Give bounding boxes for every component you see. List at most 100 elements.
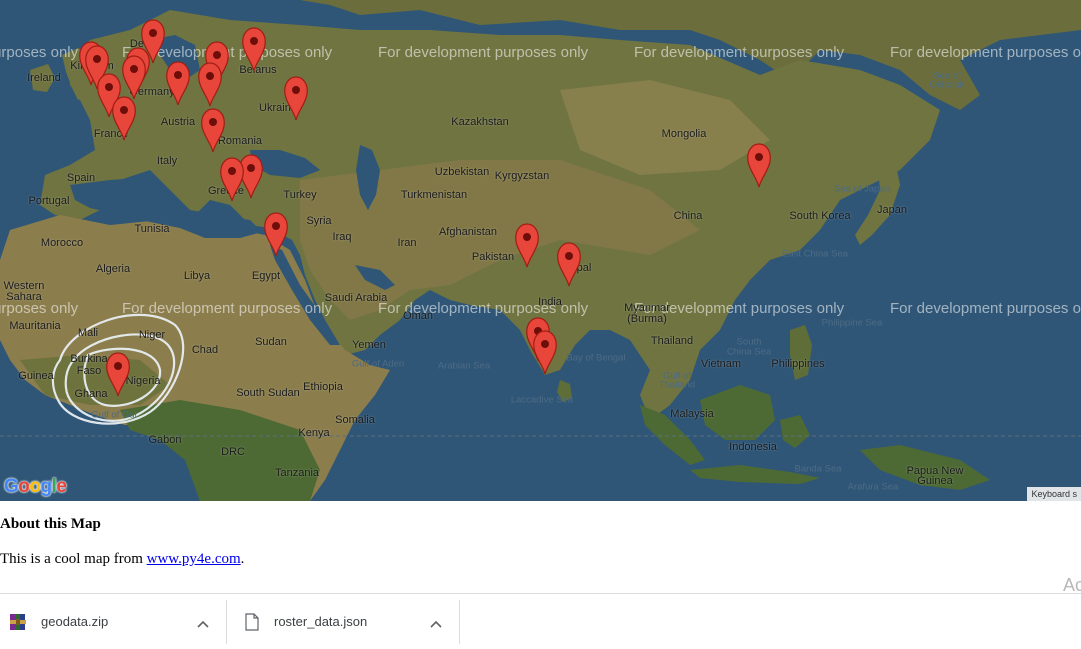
map-marker[interactable] xyxy=(262,211,290,257)
country-label: Kyrgyzstan xyxy=(494,170,550,182)
sea-label: Banda Sea xyxy=(794,463,842,475)
sea-label: East China Sea xyxy=(781,248,849,260)
country-label: Ghana xyxy=(74,388,108,400)
country-label: Thailand xyxy=(650,335,694,347)
country-label: Italy xyxy=(156,155,178,167)
download-shelf: geodata.zip roster_data.json xyxy=(0,593,1081,649)
country-label: Iran xyxy=(397,237,417,249)
country-label: India xyxy=(538,296,562,308)
document-file-icon xyxy=(244,612,260,631)
sea-label: Bay of Bengal xyxy=(566,352,626,364)
country-label: Philippines xyxy=(771,358,825,370)
chevron-up-icon[interactable] xyxy=(197,616,209,628)
country-label: Burkina xyxy=(70,353,108,365)
country-label: (Burma) xyxy=(627,313,667,325)
map-marker[interactable] xyxy=(199,107,227,153)
watermark: For development purposes only xyxy=(378,44,589,61)
download-item-geodata[interactable]: geodata.zip xyxy=(9,594,219,649)
country-label: Japan xyxy=(877,204,907,216)
country-label: Spain xyxy=(66,172,96,184)
country-label: South Korea xyxy=(789,210,851,222)
country-label: Morocco xyxy=(40,237,84,249)
map-marker[interactable] xyxy=(531,329,559,375)
winrar-archive-icon xyxy=(9,613,27,631)
sea-label: Gulf of Gui xyxy=(91,409,137,421)
country-label: Kazakhstan xyxy=(451,116,509,128)
map-marker[interactable] xyxy=(555,241,583,287)
sea-label: Gulf of Aden xyxy=(351,358,405,370)
country-label: Austria xyxy=(160,116,196,128)
map-marker[interactable] xyxy=(104,351,132,397)
keyboard-shortcuts-button[interactable]: Keyboard s xyxy=(1027,487,1081,501)
about-text-after: . xyxy=(240,551,245,567)
country-label: Malaysia xyxy=(670,408,714,420)
map-view[interactable]: For development purposes only For develo… xyxy=(0,0,1081,501)
about-heading: About this Map xyxy=(0,516,101,532)
watermark: For development purposes only xyxy=(0,44,79,61)
download-filename: roster_data.json xyxy=(274,614,368,629)
country-label: Turkey xyxy=(283,189,317,201)
map-marker[interactable] xyxy=(745,142,773,188)
country-label: Ethiopia xyxy=(303,381,343,393)
chevron-up-icon[interactable] xyxy=(430,616,442,628)
country-label: Kenya xyxy=(298,427,330,439)
country-label: Tunisia xyxy=(134,223,170,235)
country-label: Somalia xyxy=(335,414,375,426)
country-label: Pakistan xyxy=(471,251,515,263)
download-separator xyxy=(459,600,460,644)
sea-label: China Sea xyxy=(726,346,772,358)
country-label: Oman xyxy=(403,310,433,322)
map-marker[interactable] xyxy=(240,26,268,72)
map-marker[interactable] xyxy=(513,222,541,268)
sea-label: Arabian Sea xyxy=(437,360,491,372)
sea-label: Sea of Japan xyxy=(834,183,890,195)
sea-label: Laccadive Sea xyxy=(510,394,574,406)
country-label: Vietnam xyxy=(700,358,742,370)
watermark: For development purposes only xyxy=(634,44,845,61)
country-label: Indonesia xyxy=(729,441,777,453)
map-marker[interactable] xyxy=(120,54,148,100)
country-label: China xyxy=(673,210,703,222)
country-label: Guinea xyxy=(917,475,953,487)
country-label: Portugal xyxy=(28,195,70,207)
country-label: Mali xyxy=(77,327,99,339)
country-label: Saudi Arabia xyxy=(324,292,388,304)
country-label: Libya xyxy=(183,270,211,282)
country-label: South Sudan xyxy=(236,387,300,399)
country-label: Sahara xyxy=(6,291,42,303)
country-label: Syria xyxy=(306,215,332,227)
map-marker[interactable] xyxy=(110,95,138,141)
map-marker[interactable] xyxy=(164,60,192,106)
download-item-roster[interactable]: roster_data.json xyxy=(244,594,454,649)
country-label: Niger xyxy=(138,329,166,341)
download-filename: geodata.zip xyxy=(41,614,109,629)
about-paragraph: This is a cool map from www.py4e.com. xyxy=(0,551,244,568)
sea-label: Philippine Sea xyxy=(821,317,883,329)
watermark: For development purposes only xyxy=(890,44,1081,61)
country-label: Algeria xyxy=(95,263,131,275)
google-logo[interactable]: Google xyxy=(4,476,67,498)
about-text-before: This is a cool map from xyxy=(0,551,147,567)
map-marker[interactable] xyxy=(196,61,224,107)
country-label: Guinea xyxy=(18,370,54,382)
country-label: Yemen xyxy=(352,339,386,351)
country-label: Faso xyxy=(76,365,102,377)
map-marker[interactable] xyxy=(218,156,246,202)
watermark: For development purposes only xyxy=(890,300,1081,317)
watermark: For development purposes only xyxy=(122,300,333,317)
country-label: Chad xyxy=(191,344,219,356)
country-label: Iraq xyxy=(332,231,352,243)
sea-label: Okhotsk xyxy=(929,79,965,91)
py4e-link[interactable]: www.py4e.com xyxy=(147,551,241,567)
country-label: Ireland xyxy=(27,72,61,84)
sea-label: Arafura Sea xyxy=(847,481,899,493)
country-label: Mauritania xyxy=(9,320,61,332)
country-label: Tanzania xyxy=(274,467,320,479)
country-label: Sudan xyxy=(255,336,287,348)
country-label: Afghanistan xyxy=(438,226,498,238)
map-marker[interactable] xyxy=(282,75,310,121)
sea-label: Thailand xyxy=(658,379,696,391)
country-label: Turkmenistan xyxy=(400,189,468,201)
country-label: DRC xyxy=(221,446,245,458)
download-separator xyxy=(226,600,227,644)
